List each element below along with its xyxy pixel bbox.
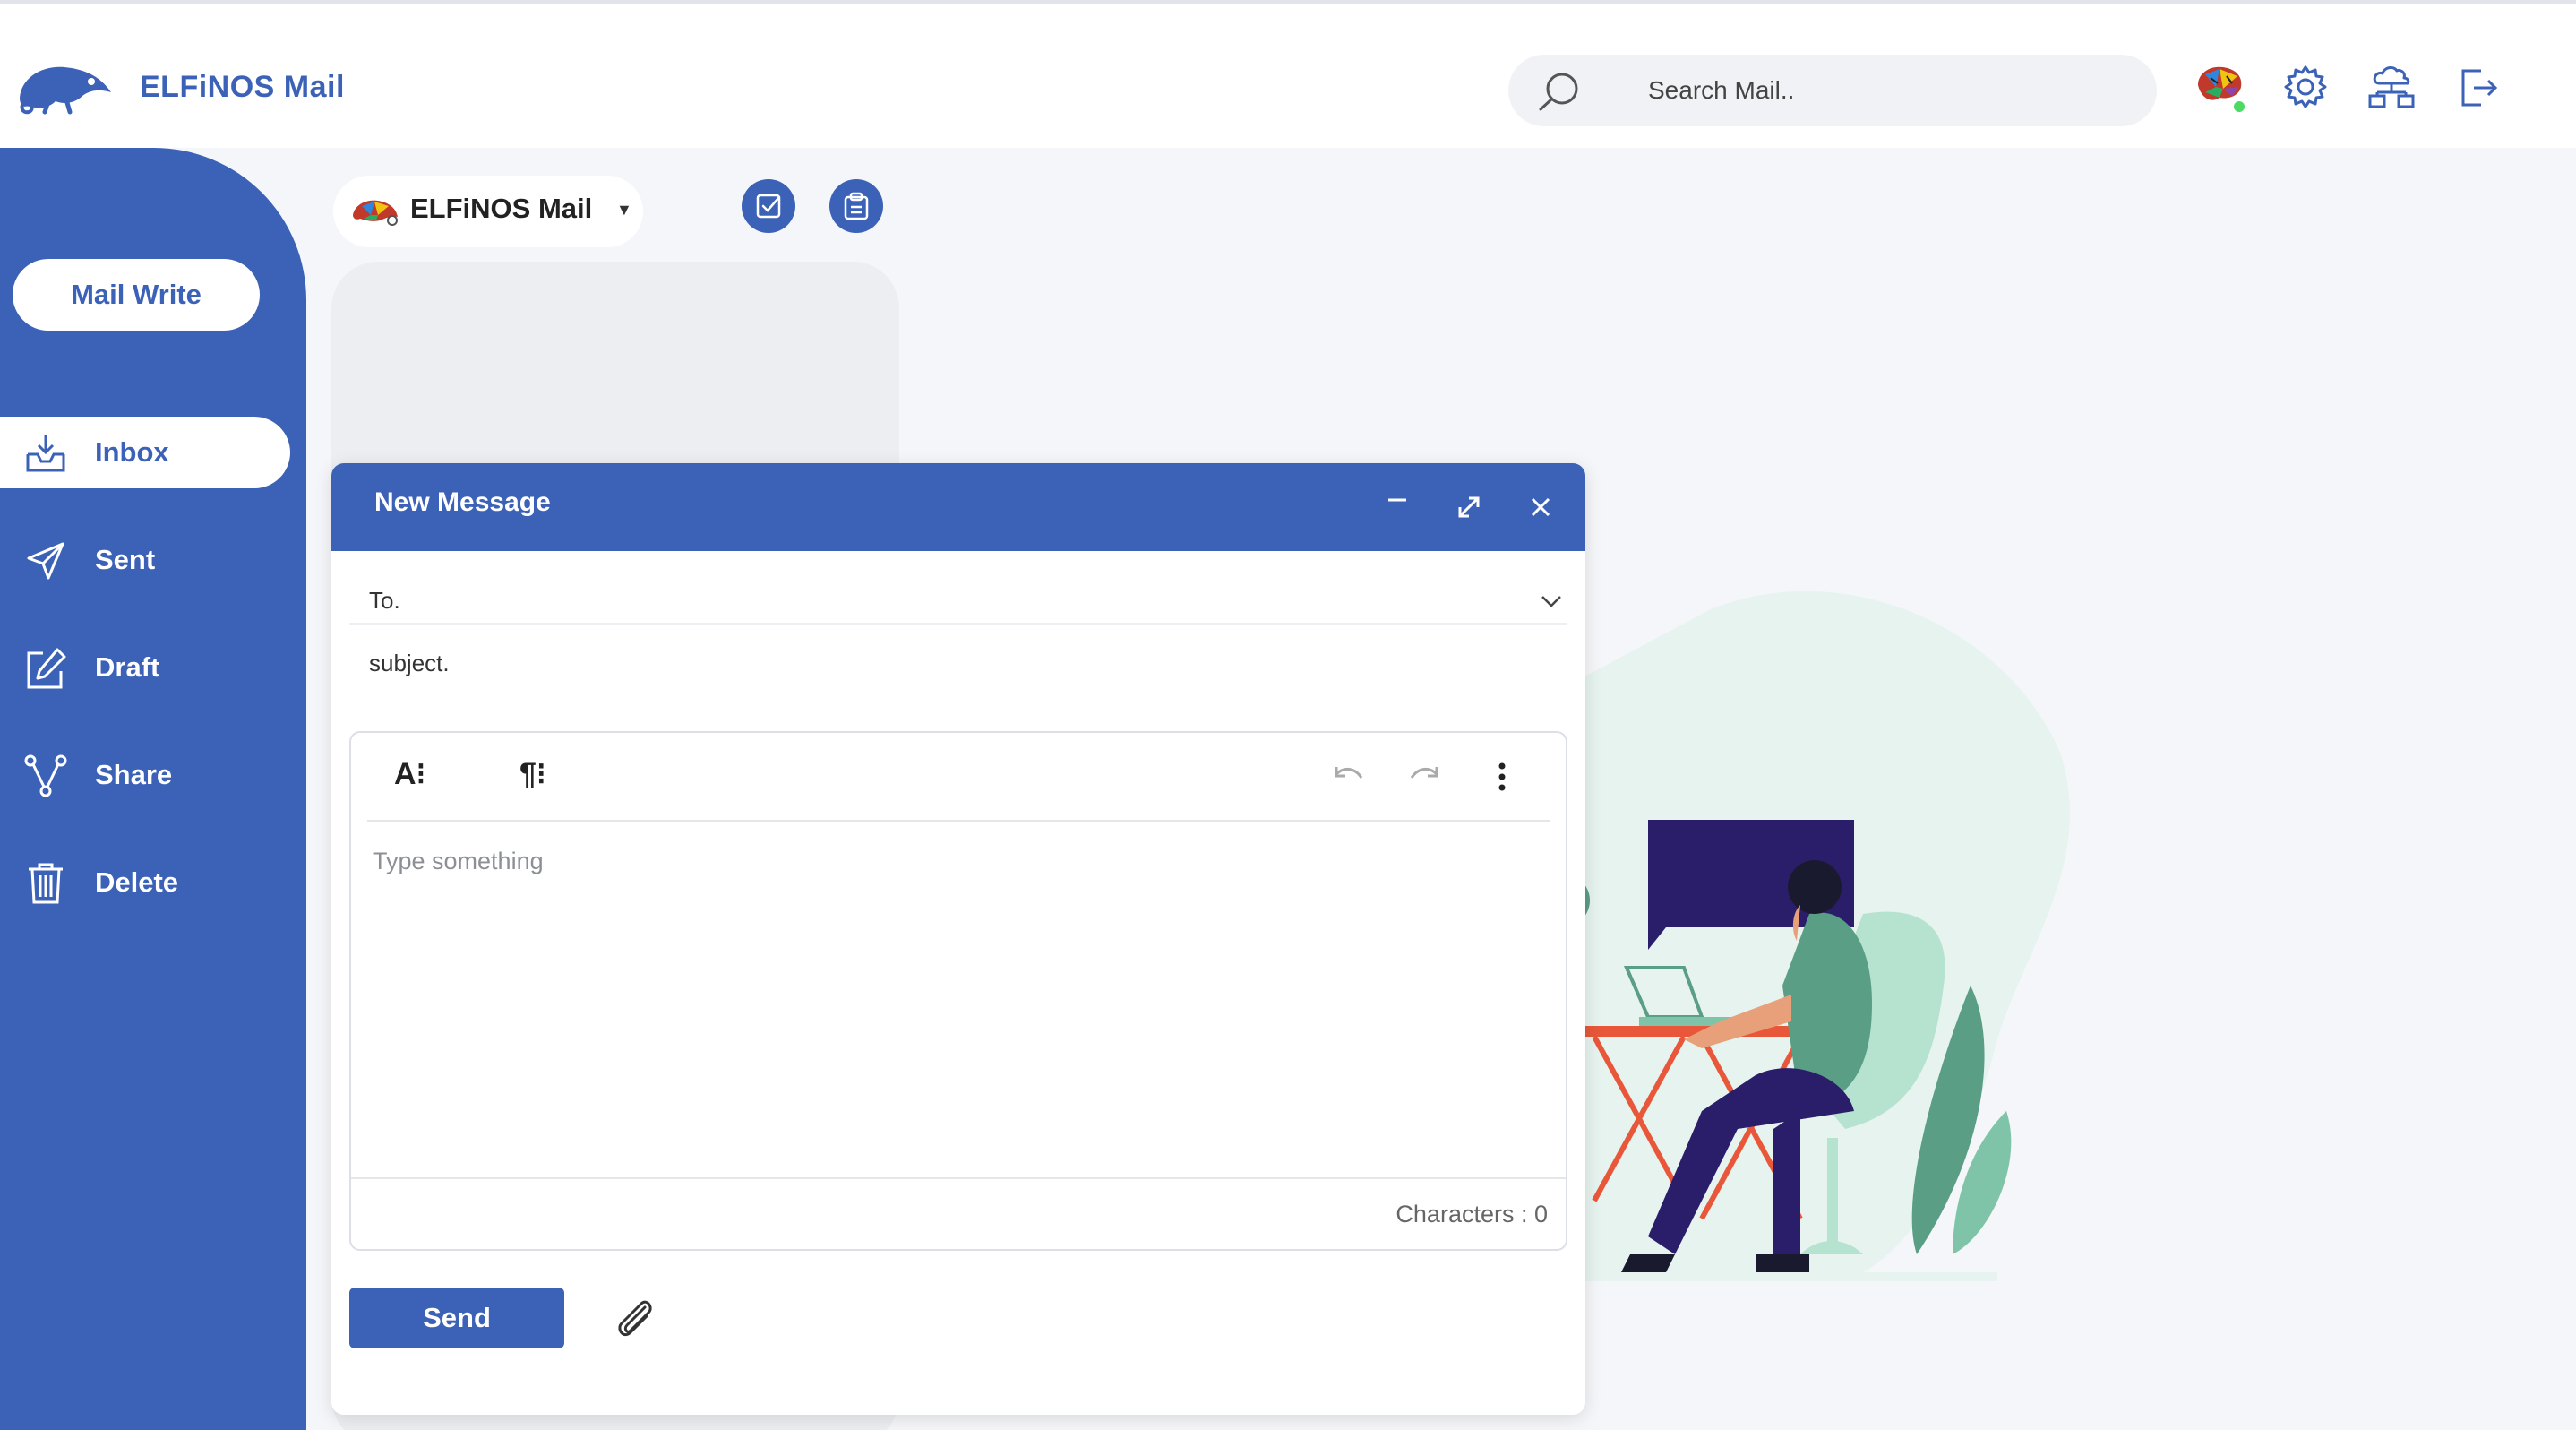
compose-title: New Message [374, 487, 551, 517]
toolbar-divider [367, 820, 1550, 822]
sidebar-item-sent[interactable]: Sent [0, 524, 290, 596]
app-header: ELFiNOS Mail [0, 4, 2576, 148]
editor-toolbar: A⁝ ¶⁝ [351, 733, 1566, 821]
to-field[interactable] [349, 578, 1567, 625]
sidebar-item-label: Draft [95, 651, 160, 683]
profile-avatar-icon[interactable] [2193, 60, 2246, 114]
account-switcher[interactable]: ELFiNOS Mail ▼ [333, 176, 643, 247]
subject-input[interactable] [369, 641, 1444, 685]
settings-gear-icon[interactable] [2279, 60, 2332, 114]
clipboard-icon [844, 192, 869, 220]
paragraph-format-button[interactable]: ¶⁝ [519, 756, 546, 797]
sidebar-item-label: Inbox [95, 436, 169, 468]
sidebar-item-inbox[interactable]: Inbox [0, 417, 290, 488]
clipboard-button[interactable] [829, 179, 883, 233]
person-working-illustration [1576, 590, 2070, 1281]
subject-field[interactable] [349, 641, 1567, 687]
sidebar-item-delete[interactable]: Delete [0, 847, 290, 918]
character-count: Characters : 0 [1395, 1201, 1548, 1228]
caret-down-icon: ▼ [616, 201, 632, 219]
inbox-icon [26, 435, 65, 472]
paperclip-icon[interactable] [611, 1295, 657, 1341]
chevron-down-icon[interactable] [1533, 583, 1569, 619]
app-brand-name: ELFiNOS Mail [140, 70, 345, 104]
redo-icon[interactable] [1404, 756, 1446, 797]
editor-body [351, 823, 1566, 1181]
message-body-input[interactable] [373, 848, 1537, 1170]
select-all-button[interactable] [742, 179, 795, 233]
send-icon [27, 542, 64, 580]
minimize-icon[interactable] [1376, 486, 1419, 529]
undo-icon[interactable] [1327, 756, 1369, 797]
search-input[interactable] [1648, 71, 2132, 110]
sidebar-item-draft[interactable]: Draft [0, 632, 290, 703]
sidebar-item-label: Share [95, 759, 173, 790]
cloud-network-icon[interactable] [2365, 60, 2418, 114]
sidebar-item-share[interactable]: Share [0, 739, 290, 811]
compose-header: New Message [331, 463, 1585, 551]
account-name: ELFiNOS Mail [410, 193, 593, 224]
share-icon [24, 754, 67, 797]
sidebar-item-label: Sent [95, 544, 156, 575]
chameleon-logo-icon[interactable] [13, 58, 115, 117]
search-bar[interactable] [1508, 55, 2157, 126]
more-options-icon[interactable] [1481, 756, 1523, 797]
sidebar-item-label: Delete [95, 866, 179, 898]
search-icon[interactable] [1535, 71, 1582, 112]
editor-footer: Characters : 0 [351, 1177, 1566, 1249]
close-icon[interactable] [1519, 486, 1562, 529]
account-logo-icon [353, 200, 398, 226]
compose-window: New Message A⁝ ¶⁝ [331, 463, 1585, 1415]
trash-icon [29, 863, 63, 904]
message-editor: A⁝ ¶⁝ Characters : 0 [349, 731, 1567, 1251]
to-input[interactable] [369, 578, 1444, 623]
send-button[interactable]: Send [349, 1288, 564, 1348]
font-format-button[interactable]: A⁝ [394, 756, 425, 797]
edit-icon [27, 648, 66, 689]
logout-icon[interactable] [2451, 60, 2504, 114]
mail-write-button[interactable]: Mail Write [13, 259, 260, 331]
expand-icon[interactable] [1447, 486, 1490, 529]
check-square-icon [756, 194, 781, 219]
